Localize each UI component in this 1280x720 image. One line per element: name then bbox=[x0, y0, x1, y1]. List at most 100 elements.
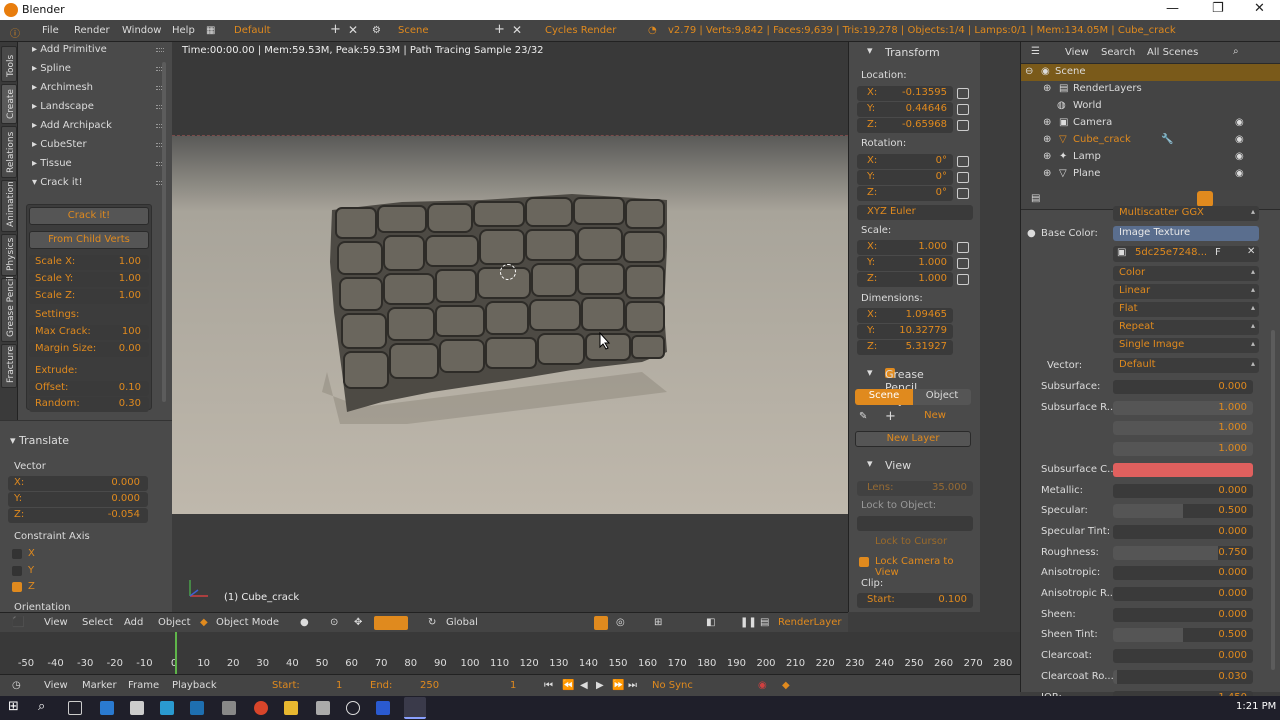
lens-field[interactable]: Lens: 35.000 bbox=[857, 481, 973, 496]
layer-toggle[interactable] bbox=[594, 616, 608, 630]
tab-fracture[interactable]: Fracture bbox=[1, 344, 17, 388]
source-select[interactable]: Single Image bbox=[1113, 338, 1259, 353]
outliner-row-world[interactable]: ◍ World bbox=[1021, 98, 1280, 115]
layout-selector[interactable]: Default bbox=[234, 25, 271, 36]
close-button[interactable]: ✕ bbox=[1254, 1, 1265, 16]
timeline[interactable]: -50 -40 -30 -20 -10 0 10 20 30 40 50 60 70 80 90 100 110… bbox=[0, 632, 1020, 674]
location-y-field[interactable]: Y: 0.44646 bbox=[857, 102, 953, 117]
outliner-row-lamp[interactable]: ⊕ ✦ Lamp ◉ bbox=[1021, 149, 1280, 166]
translate-x-field[interactable]: X: 0.000 bbox=[8, 476, 148, 491]
layout-icon[interactable]: ▦ bbox=[206, 25, 215, 36]
value-slider[interactable]: 0.030 bbox=[1113, 669, 1253, 684]
timeline-menu-view[interactable]: View bbox=[44, 680, 68, 691]
current-frame-field[interactable]: 1 bbox=[510, 680, 516, 691]
explorer-icon[interactable] bbox=[284, 701, 298, 715]
translate-title[interactable]: ▾ Translate bbox=[10, 434, 69, 447]
expand-icon[interactable]: ⊕ bbox=[1043, 117, 1051, 128]
lock-icon[interactable] bbox=[957, 242, 969, 253]
timeline-menu-playback[interactable]: Playback bbox=[172, 680, 217, 691]
rotation-x-field[interactable]: X: 0° bbox=[857, 154, 953, 169]
scale-z-field[interactable]: Scale Z: 1.00 bbox=[29, 289, 149, 304]
eye-icon[interactable]: ◉ bbox=[1235, 151, 1244, 162]
eye-icon[interactable]: ◉ bbox=[1235, 134, 1244, 145]
lock-icon[interactable] bbox=[957, 88, 969, 99]
timeline-menu-marker[interactable]: Marker bbox=[82, 680, 117, 691]
eye-icon[interactable]: ◉ bbox=[1235, 117, 1244, 128]
scale-x-field[interactable]: Scale X: 1.00 bbox=[29, 255, 149, 270]
app-icon[interactable] bbox=[130, 701, 144, 715]
value-slider[interactable]: 0.000 bbox=[1113, 380, 1253, 394]
tab-physics[interactable]: Physics bbox=[1, 234, 17, 276]
constraint-y-checkbox[interactable] bbox=[12, 566, 22, 576]
material-tab-icon[interactable] bbox=[1197, 191, 1213, 207]
scene-selector[interactable]: Scene bbox=[398, 25, 429, 36]
unlink-icon[interactable]: ✕ bbox=[1247, 246, 1255, 257]
image-selector[interactable]: ▣ 5dc25e7248... F ✕ bbox=[1113, 246, 1259, 262]
scale-y-field[interactable]: Scale Y: 1.00 bbox=[29, 272, 149, 287]
search-icon[interactable]: ⌕ bbox=[38, 699, 45, 714]
interpolation-select[interactable]: Linear bbox=[1113, 284, 1259, 299]
rotation-mode-select[interactable]: XYZ Euler bbox=[857, 205, 973, 220]
lock-icon[interactable] bbox=[957, 188, 969, 199]
sync-mode-select[interactable]: No Sync bbox=[652, 680, 693, 691]
menu-file[interactable]: File bbox=[42, 25, 59, 36]
panel-spline[interactable]: ▸ Spline bbox=[24, 61, 170, 79]
jump-end-icon[interactable]: ⏭ bbox=[628, 680, 637, 691]
minimize-button[interactable]: — bbox=[1166, 1, 1179, 16]
app-icon[interactable] bbox=[346, 701, 360, 715]
current-frame-indicator[interactable] bbox=[175, 632, 177, 674]
app-icon[interactable] bbox=[316, 701, 330, 715]
scale-z-field[interactable]: Z: 1.000 bbox=[857, 272, 953, 287]
proportional-edit-icon[interactable]: ⊞ bbox=[654, 617, 662, 628]
add-icon[interactable]: + bbox=[885, 409, 896, 424]
remove-scene-button[interactable]: ✕ bbox=[512, 23, 522, 37]
value-slider[interactable]: 0.000 bbox=[1113, 607, 1253, 622]
translate-y-field[interactable]: Y: 0.000 bbox=[8, 492, 148, 507]
location-z-field[interactable]: Z: -0.65968 bbox=[857, 118, 953, 133]
properties-scrollbar[interactable] bbox=[1271, 330, 1275, 670]
rotate-manipulator-icon[interactable]: ↻ bbox=[428, 617, 436, 628]
app-icon[interactable] bbox=[160, 701, 174, 715]
outliner-row-plane[interactable]: ⊕ ▽ Plane ◉ bbox=[1021, 166, 1280, 183]
transform-panel-header[interactable]: ▾ Transform bbox=[849, 42, 981, 60]
manipulator-icon[interactable]: ✥ bbox=[354, 617, 362, 628]
constraint-z-checkbox[interactable] bbox=[12, 582, 22, 592]
tab-animation[interactable]: Animation bbox=[1, 180, 17, 232]
add-scene-button[interactable]: + bbox=[494, 22, 505, 37]
menu-add[interactable]: Add bbox=[124, 617, 143, 628]
3d-viewport[interactable]: Time:00:00.00 | Mem:59.53M, Peak:59.53M … bbox=[172, 42, 848, 612]
fake-user-label[interactable]: F bbox=[1215, 247, 1221, 258]
rotation-z-field[interactable]: Z: 0° bbox=[857, 186, 953, 201]
lock-camera-checkbox[interactable] bbox=[859, 557, 869, 567]
transform-orientation-select[interactable]: Global bbox=[446, 617, 478, 628]
tab-tools[interactable]: Tools bbox=[1, 46, 17, 82]
outliner-display-mode[interactable]: All Scenes bbox=[1147, 47, 1198, 58]
scale-y-field[interactable]: Y: 1.000 bbox=[857, 256, 953, 271]
outliner-row-cube-crack[interactable]: ⊕ ▽ Cube_crack 🔧 ◉ bbox=[1021, 132, 1280, 149]
drag-grip-icon[interactable] bbox=[156, 48, 164, 52]
lock-to-cursor-label[interactable]: Lock to Cursor bbox=[875, 536, 947, 547]
outliner-row-scene[interactable]: ⊖ ◉ Scene bbox=[1021, 64, 1280, 81]
panel-tissue[interactable]: ▸ Tissue bbox=[24, 156, 170, 174]
play-icon[interactable]: ▶ bbox=[596, 680, 604, 691]
end-frame-field[interactable]: 250 bbox=[420, 680, 439, 691]
panel-add-primitive[interactable]: ▸ Add Primitive bbox=[24, 42, 170, 60]
menu-help[interactable]: Help bbox=[172, 25, 195, 36]
expand-icon[interactable]: ⊕ bbox=[1043, 134, 1051, 145]
margin-size-field[interactable]: Margin Size: 0.00 bbox=[29, 342, 149, 357]
location-x-field[interactable]: X: -0.13595 bbox=[857, 86, 953, 101]
expand-icon[interactable]: ⊕ bbox=[1043, 151, 1051, 162]
expand-icon[interactable]: ⊕ bbox=[1043, 168, 1051, 179]
editor-type-icon[interactable]: ⬛ bbox=[12, 617, 24, 628]
keyframe-icon[interactable]: ◆ bbox=[782, 680, 790, 691]
value-slider[interactable]: 0.500 bbox=[1113, 504, 1253, 519]
translate-z-field[interactable]: Z: -0.054 bbox=[8, 508, 148, 523]
properties-editor-icon[interactable]: ▤ bbox=[1031, 193, 1040, 204]
app-icon[interactable] bbox=[100, 701, 114, 715]
tool-shelf-scrollbar[interactable] bbox=[162, 62, 166, 402]
lock-icon[interactable] bbox=[957, 258, 969, 269]
value-slider[interactable]: 0.000 bbox=[1113, 566, 1253, 581]
value-slider[interactable]: 1.000 bbox=[1113, 442, 1253, 457]
panel-archimesh[interactable]: ▸ Archimesh bbox=[24, 80, 170, 98]
panel-crack-it[interactable]: ▾ Crack it! bbox=[24, 175, 170, 193]
